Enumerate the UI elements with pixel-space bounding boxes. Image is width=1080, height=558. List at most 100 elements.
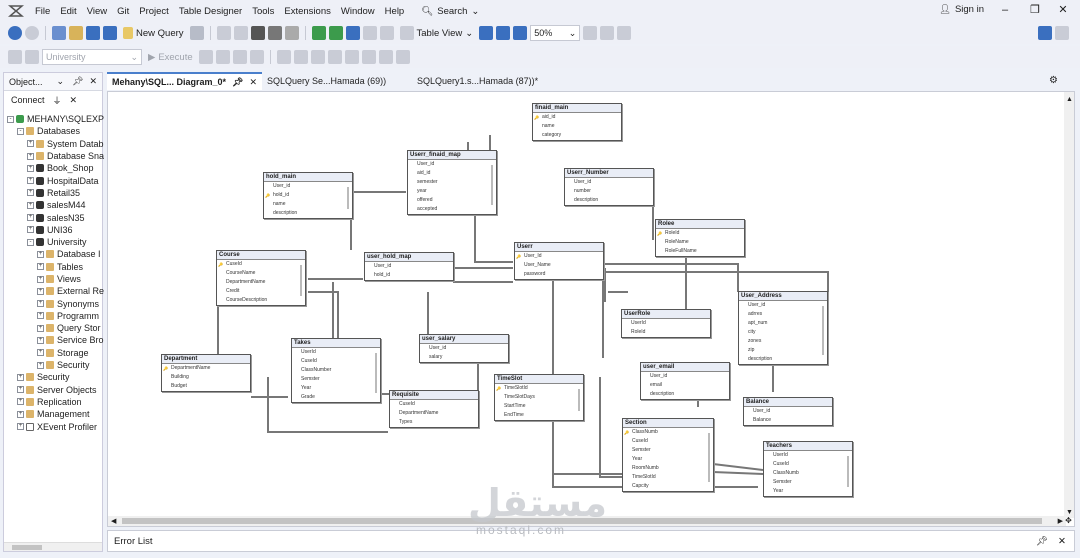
autosize-icon[interactable] xyxy=(513,26,528,40)
move-canvas-icon[interactable]: ✥ xyxy=(1064,516,1073,525)
check-constraints-icon[interactable] xyxy=(379,26,394,40)
settings-gear-icon[interactable]: ⚙ xyxy=(1049,72,1058,90)
results-grid-icon[interactable] xyxy=(293,50,308,64)
table-column[interactable]: Capcity xyxy=(623,482,713,491)
table-title[interactable]: Rolee xyxy=(656,220,744,229)
table-title[interactable]: Section xyxy=(623,419,713,428)
table-column[interactable]: password xyxy=(515,270,603,279)
table-title[interactable]: Userr_finaid_map xyxy=(408,151,496,160)
display-plan-icon[interactable] xyxy=(232,50,247,64)
menu-table-designer[interactable]: Table Designer xyxy=(174,6,247,17)
relationship-line[interactable] xyxy=(712,471,764,475)
arrange-tables-icon[interactable] xyxy=(479,26,494,40)
table-column[interactable]: offered xyxy=(408,196,496,205)
connect-icon[interactable] xyxy=(8,50,22,64)
table-scrollbar[interactable] xyxy=(578,389,580,411)
primary-key-column[interactable]: TimeSlotId xyxy=(495,384,583,393)
table-title[interactable]: Teachers xyxy=(764,442,852,451)
stop-icon[interactable] xyxy=(198,50,213,64)
tree-item[interactable]: + Security xyxy=(4,371,104,383)
table-column[interactable]: User_id xyxy=(641,372,729,381)
tree-item[interactable]: - Databases xyxy=(4,125,104,137)
table-title[interactable]: user_email xyxy=(641,363,729,372)
expand-icon[interactable]: + xyxy=(27,201,34,209)
table-column[interactable]: salary xyxy=(420,353,508,362)
table-scrollbar[interactable] xyxy=(708,433,710,482)
close-icon[interactable]: ✕ xyxy=(249,77,257,88)
generate-script-icon[interactable] xyxy=(311,26,326,40)
collapse-icon[interactable]: - xyxy=(7,115,14,123)
indexes-icon[interactable] xyxy=(362,26,377,40)
connect-button[interactable]: Connect xyxy=(11,95,45,105)
live-share-icon[interactable] xyxy=(1038,26,1052,40)
expand-icon[interactable]: + xyxy=(27,152,34,160)
undo-icon[interactable] xyxy=(216,26,231,40)
table-title[interactable]: Department xyxy=(162,355,250,364)
expand-icon[interactable]: + xyxy=(17,423,24,431)
tree-item[interactable]: + Service Bro xyxy=(4,334,104,346)
table-column[interactable]: User_id xyxy=(365,262,453,271)
primary-key-column[interactable]: hold_id xyxy=(264,191,352,200)
table-scrollbar[interactable] xyxy=(847,456,849,487)
table-column[interactable]: CuseId xyxy=(292,357,380,366)
table-column[interactable]: number xyxy=(565,187,653,196)
table-column[interactable]: email xyxy=(641,381,729,390)
table-column[interactable]: CuseId xyxy=(623,437,713,446)
redo-icon[interactable] xyxy=(233,26,248,40)
expand-icon[interactable]: + xyxy=(27,164,34,172)
table-section[interactable]: SectionClassNumbCuseIdSemsterYearRoomNum… xyxy=(622,418,714,492)
menu-extensions[interactable]: Extensions xyxy=(279,6,335,17)
table-column[interactable]: User_id xyxy=(264,182,352,191)
table-column[interactable]: Budget xyxy=(162,382,250,391)
table-column[interactable]: Semster xyxy=(292,375,380,384)
expand-icon[interactable]: + xyxy=(37,250,44,258)
tab-sqlquery1-87[interactable]: SQLQuery1.s...Hamada (87))* xyxy=(412,72,543,90)
table-column[interactable]: Credit xyxy=(217,287,305,296)
table-scrollbar[interactable] xyxy=(300,265,302,296)
table-column[interactable]: UserId xyxy=(764,451,852,460)
close-icon[interactable]: ✕ xyxy=(1056,3,1070,17)
expand-icon[interactable]: + xyxy=(27,226,34,234)
table-userrole[interactable]: UserRole UserId RoleId xyxy=(621,309,711,338)
tree-item[interactable]: + salesN35 xyxy=(4,211,104,223)
arrange-selection-icon[interactable] xyxy=(496,26,511,40)
table-title[interactable]: Userr xyxy=(515,243,603,252)
table-title[interactable]: Balance xyxy=(744,398,832,407)
table-title[interactable]: user_salary xyxy=(420,335,508,344)
table-column[interactable]: Types xyxy=(390,418,478,427)
scroll-down-icon[interactable]: ▼ xyxy=(1066,509,1073,516)
table-column[interactable]: ClassNumber xyxy=(292,366,380,375)
results-file-icon[interactable] xyxy=(310,50,325,64)
query-options-icon[interactable] xyxy=(189,26,204,40)
table-column[interactable]: category xyxy=(533,131,621,140)
cut-icon[interactable] xyxy=(250,26,265,40)
new-project-icon[interactable] xyxy=(52,26,66,40)
primary-key-column[interactable]: ClassNumb xyxy=(623,428,713,437)
table-column[interactable]: zones xyxy=(739,337,827,346)
table-column[interactable]: description xyxy=(565,196,653,205)
table-column[interactable]: User_id xyxy=(420,344,508,353)
table-column[interactable]: User_Name xyxy=(515,261,603,270)
table-title[interactable]: Course xyxy=(217,251,305,260)
tree-item[interactable]: + Management xyxy=(4,408,104,420)
table-column[interactable]: year xyxy=(408,187,496,196)
tab-sqlquery-69[interactable]: SQLQuery Se...Hamada (69)) xyxy=(262,72,412,90)
table-column[interactable]: User_id xyxy=(739,301,827,310)
relationship-line[interactable] xyxy=(603,263,739,292)
vertical-scrollbar[interactable]: ▲ ▼ xyxy=(1064,92,1074,518)
pin-icon[interactable]: 📌︎ xyxy=(232,77,243,88)
scroll-thumb[interactable] xyxy=(12,545,42,550)
table-column[interactable]: CuseId xyxy=(764,460,852,469)
table-teachers[interactable]: Teachers UserId CuseId ClassNumb Semster Year xyxy=(763,441,853,497)
tree-item[interactable]: - MEHANY\SQLEXPR xyxy=(4,113,104,125)
plug-icon[interactable]: ⏚ xyxy=(53,94,62,107)
restore-icon[interactable]: ❐ xyxy=(1028,3,1042,17)
execute-button[interactable]: ▶ Execute xyxy=(145,52,196,63)
diagram-canvas[interactable]: finaid_mainaid_idnamecategoryUserr_finai… xyxy=(107,91,1075,527)
table-user-hold-map[interactable]: user_hold_map User_id hold_id xyxy=(364,252,454,281)
menu-project[interactable]: Project xyxy=(134,6,174,17)
table-column[interactable]: Building xyxy=(162,373,250,382)
table-hold-main[interactable]: hold_mainUser_idhold_idnamedescription xyxy=(263,172,353,219)
menu-tools[interactable]: Tools xyxy=(247,6,279,17)
table-column[interactable]: hold_id xyxy=(365,271,453,280)
